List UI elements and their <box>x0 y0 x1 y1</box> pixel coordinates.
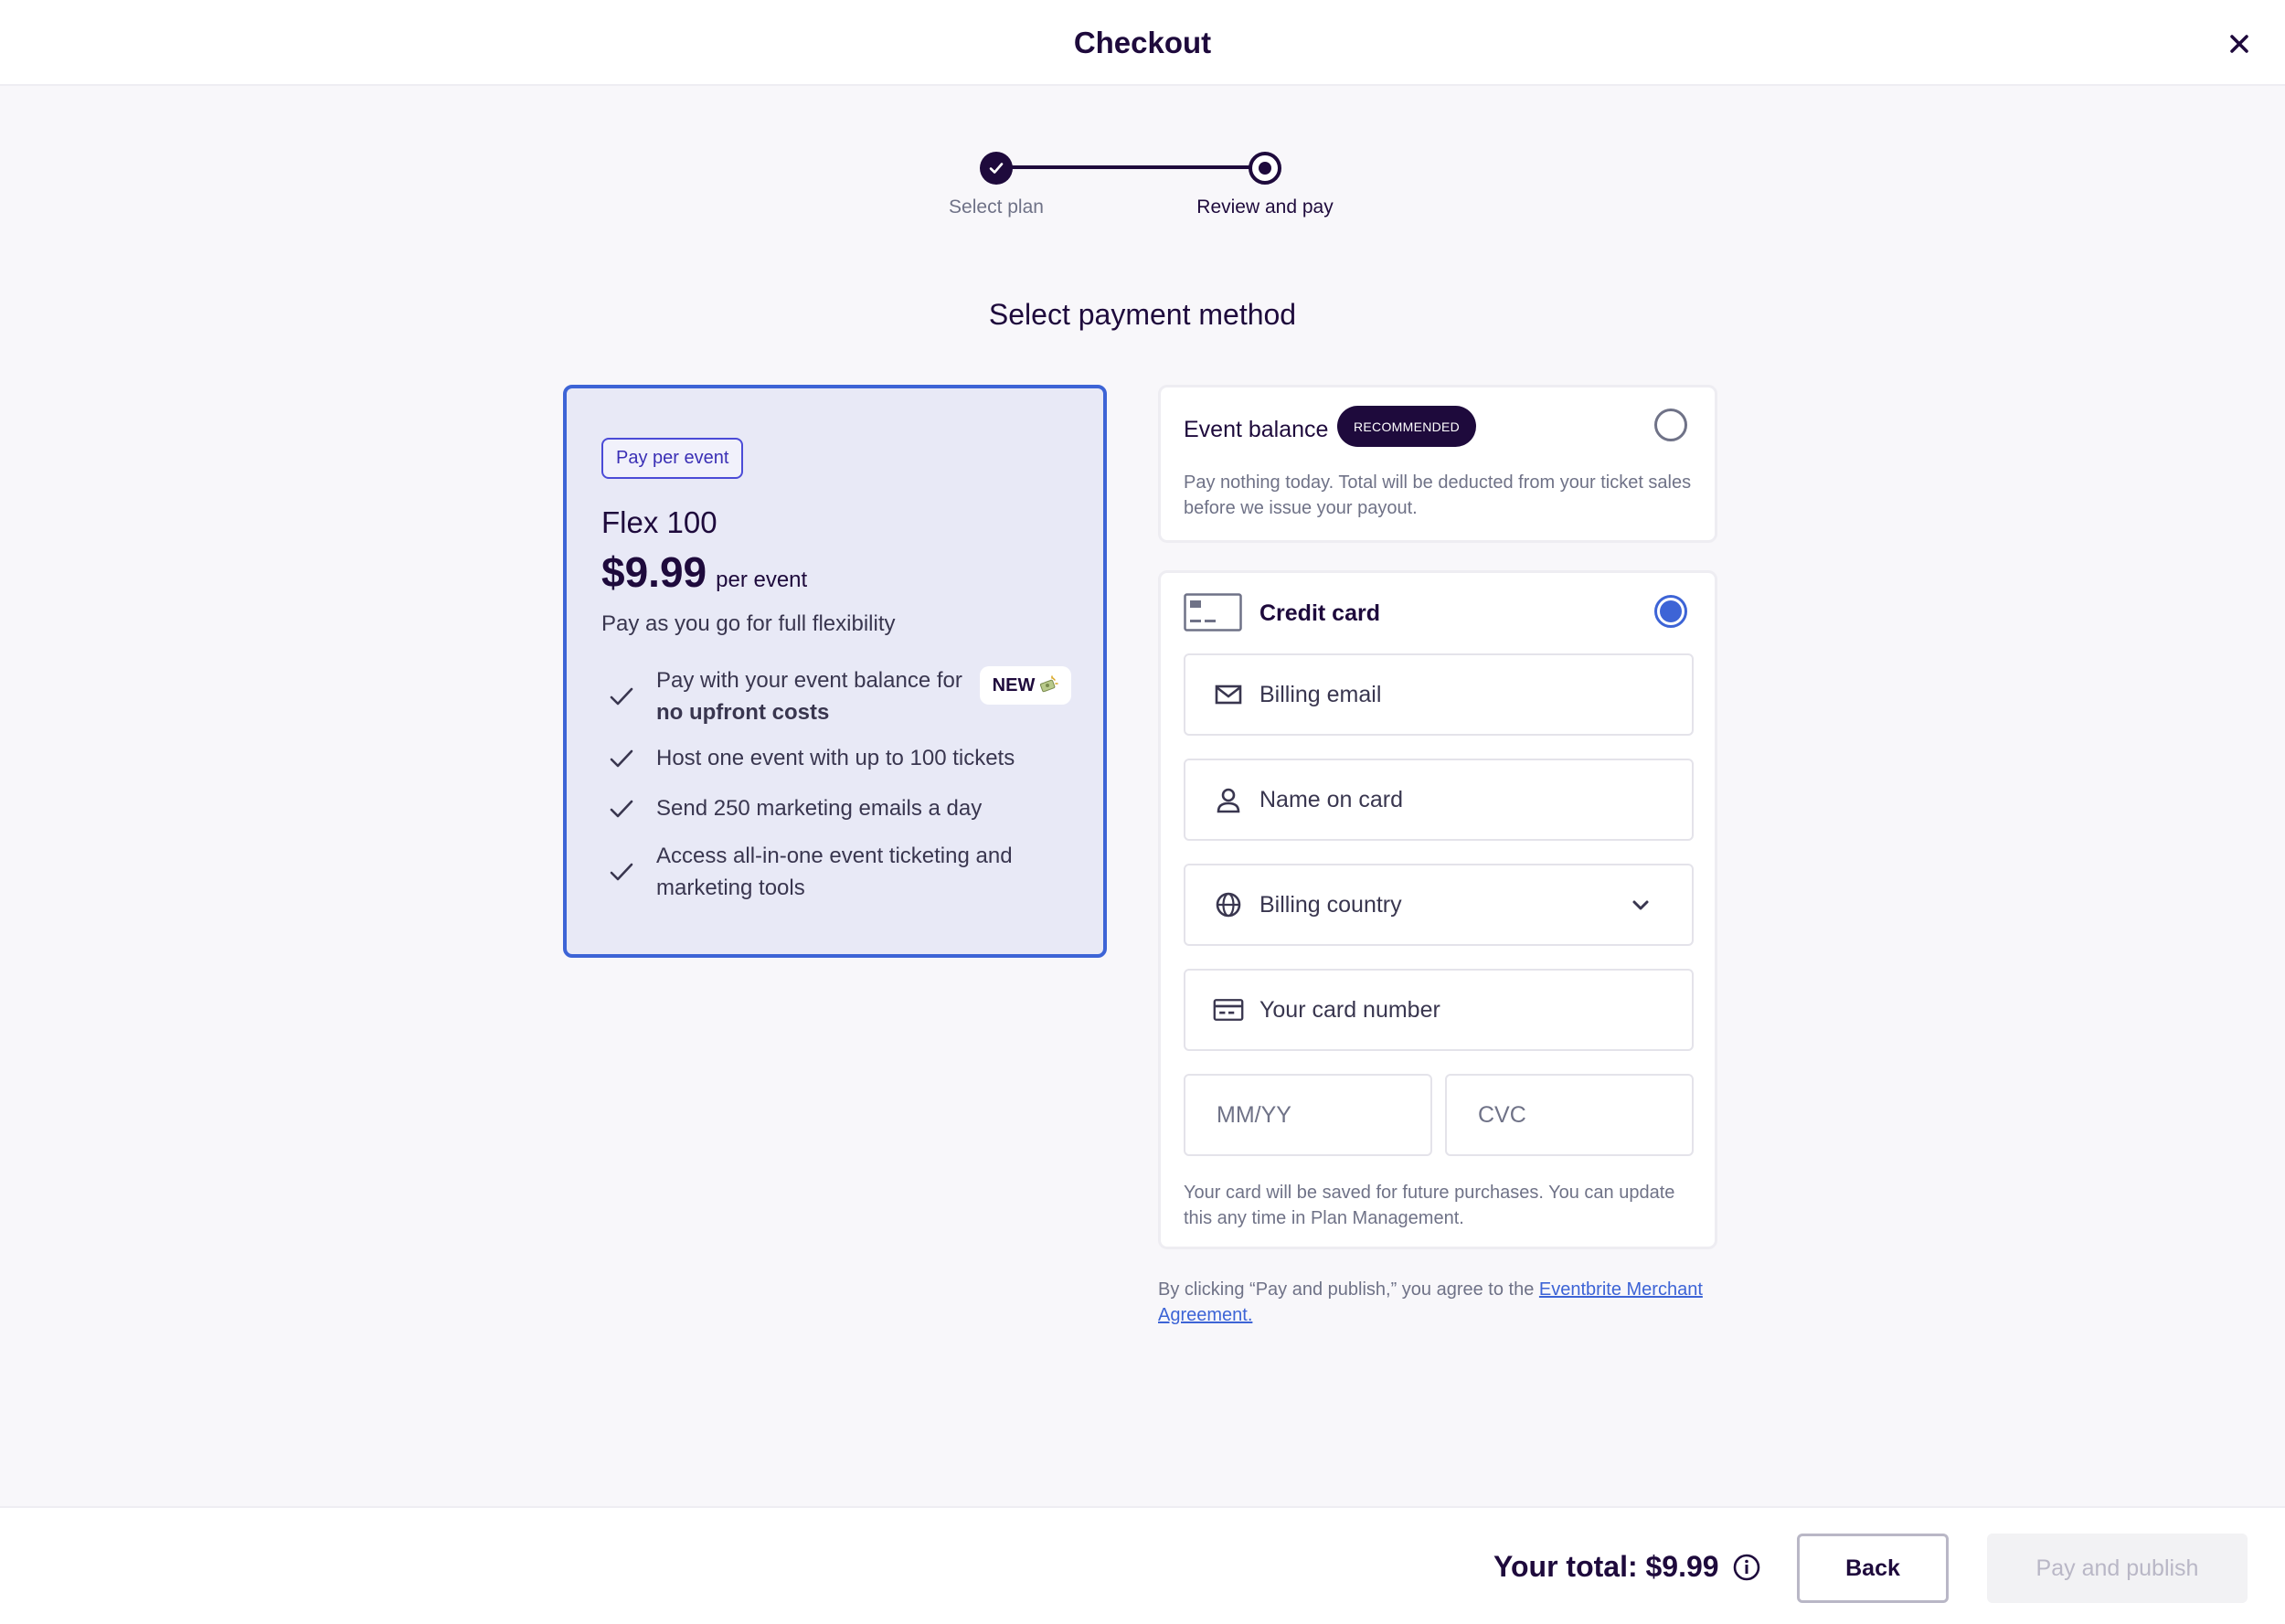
payment-option-event-balance[interactable]: Event balance RECOMMENDED Pay nothing to… <box>1158 385 1717 543</box>
money-icon <box>1040 675 1059 693</box>
expiry-placeholder: MM/YY <box>1217 1101 1291 1128</box>
plan-type-badge: Pay per event <box>601 438 744 479</box>
order-total: Your total: $9.99 <box>1493 1550 1761 1584</box>
plan-summary-card: Pay per event Flex 100 $9.99 per event P… <box>563 385 1107 958</box>
recommended-badge: RECOMMENDED <box>1337 406 1477 447</box>
total-text: Your total: $9.99 <box>1493 1550 1719 1583</box>
feature-text: Access all-in-one event ticketing and ma… <box>656 844 1013 900</box>
credit-card-title: Credit card <box>1259 600 1380 626</box>
step-label-select-plan: Select plan <box>949 196 1044 218</box>
feature-item: Send 250 marketing emails a day <box>607 792 982 824</box>
section-title: Select payment method <box>988 298 1297 331</box>
card-save-note: Your card will be saved for future purch… <box>1184 1183 1675 1228</box>
cvc-field[interactable]: CVC <box>1445 1074 1694 1156</box>
event-balance-description: Pay nothing today. Total will be deducte… <box>1184 472 1692 518</box>
checkout-header: Checkout <box>0 0 2285 86</box>
check-icon <box>610 687 633 706</box>
checkout-stepper: Select plan Review and pay <box>914 146 1371 228</box>
card-number-placeholder: Your card number <box>1259 996 1440 1023</box>
plan-price: $9.99 per event <box>601 547 807 597</box>
page-title: Checkout <box>1073 26 1212 59</box>
step-select-plan-indicator <box>980 152 1013 185</box>
stepper-connector <box>996 165 1266 169</box>
step-review-pay-indicator <box>1249 152 1281 185</box>
feature-item: Access all-in-one event ticketing and ma… <box>607 840 1013 904</box>
checkout-footer: Your total: $9.99 Back Pay and publish <box>0 1506 2285 1624</box>
feature-item: Pay with your event balance for no upfro… <box>607 664 962 728</box>
credit-card-radio[interactable] <box>1654 595 1687 628</box>
event-balance-title: Event balance <box>1184 417 1329 442</box>
back-button[interactable]: Back <box>1797 1534 1949 1603</box>
card-number-icon <box>1213 999 1244 1021</box>
check-icon <box>610 863 633 881</box>
name-on-card-placeholder: Name on card <box>1259 786 1404 812</box>
check-icon <box>610 800 633 817</box>
plan-name: Flex 100 <box>601 505 717 539</box>
plan-price-unit: per event <box>716 568 808 592</box>
name-on-card-field[interactable]: Name on card <box>1184 759 1694 841</box>
feature-text: Send 250 marketing emails a day <box>656 796 983 821</box>
plan-price-amount: $9.99 <box>601 548 707 596</box>
pay-and-publish-button[interactable]: Pay and publish <box>1987 1534 2248 1603</box>
billing-email-placeholder: Billing email <box>1259 681 1382 707</box>
close-button[interactable] <box>2219 24 2259 64</box>
mail-icon <box>1215 685 1242 705</box>
new-tag: NEW <box>980 666 1071 705</box>
merchant-agreement-text: By clicking “Pay and publish,” you agree… <box>1158 1279 1703 1325</box>
person-icon <box>1217 788 1240 813</box>
billing-country-placeholder: Billing country <box>1259 891 1402 918</box>
check-icon <box>610 749 633 767</box>
feature-text: Pay with your event balance for no upfro… <box>656 668 962 725</box>
credit-card-icon <box>1184 593 1242 632</box>
expiry-field[interactable]: MM/YY <box>1184 1074 1432 1156</box>
card-number-field[interactable]: Your card number <box>1184 969 1694 1051</box>
close-icon <box>2230 35 2248 53</box>
globe-icon <box>1216 892 1241 918</box>
chevron-down-icon <box>1632 900 1649 910</box>
cvc-placeholder: CVC <box>1478 1101 1526 1128</box>
event-balance-radio[interactable] <box>1654 409 1687 441</box>
billing-country-select[interactable]: Billing country <box>1184 864 1694 946</box>
step-label-review-pay: Review and pay <box>1196 196 1334 218</box>
plan-description: Pay as you go for full flexibility <box>601 611 896 636</box>
payment-option-credit-card[interactable]: Credit card Billing email Name on card B… <box>1158 570 1717 1249</box>
check-icon <box>989 163 1004 174</box>
feature-text: Host one event with up to 100 tickets <box>656 746 1015 770</box>
billing-email-field[interactable]: Billing email <box>1184 653 1694 736</box>
info-icon[interactable] <box>1732 1553 1761 1582</box>
feature-item: Host one event with up to 100 tickets <box>607 742 1015 774</box>
